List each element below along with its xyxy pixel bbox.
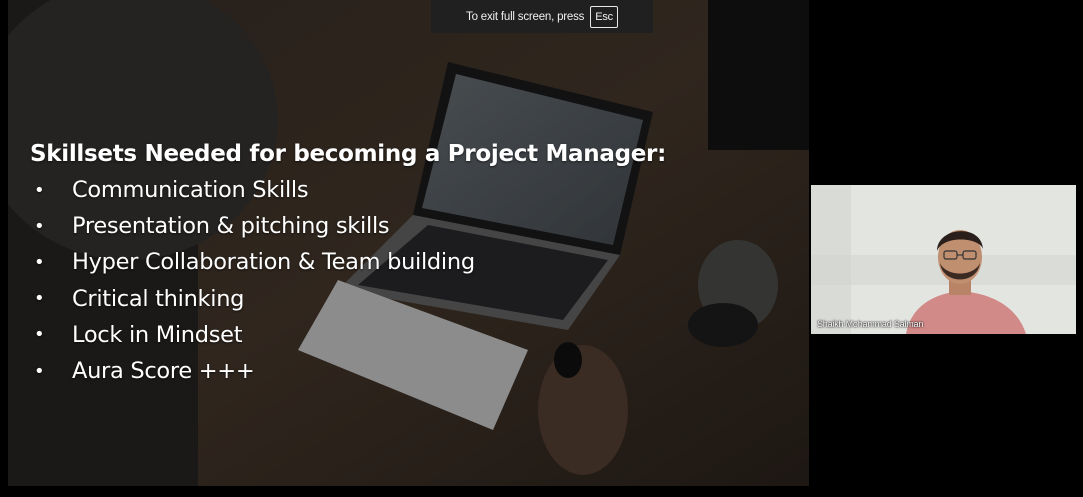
list-item: • Communication Skills bbox=[30, 172, 666, 208]
slide-content: Skillsets Needed for becoming a Project … bbox=[30, 138, 666, 389]
fullscreen-notice-text: To exit full screen, press bbox=[466, 10, 585, 23]
list-item: • Critical thinking bbox=[30, 281, 666, 317]
bullet-icon: • bbox=[34, 251, 45, 273]
esc-key-badge[interactable]: Esc bbox=[590, 5, 618, 28]
bullet-icon: • bbox=[34, 360, 45, 382]
list-item: • Lock in Mindset bbox=[30, 317, 666, 353]
list-item: • Aura Score +++ bbox=[30, 353, 666, 389]
fullscreen-exit-notice: To exit full screen, press Esc bbox=[431, 0, 653, 33]
slide-title: Skillsets Needed for becoming a Project … bbox=[30, 141, 666, 167]
bullet-text: Aura Score +++ bbox=[72, 358, 255, 385]
bullet-icon: • bbox=[34, 179, 45, 201]
participant-video-tile[interactable]: Shaikh Mohammad Salman bbox=[811, 185, 1076, 334]
bullet-text: Presentation & pitching skills bbox=[72, 213, 390, 240]
bullet-icon: • bbox=[34, 324, 45, 346]
bullet-text: Communication Skills bbox=[72, 177, 309, 204]
participant-name-label: Shaikh Mohammad Salman bbox=[817, 319, 924, 329]
participant-video-feed bbox=[811, 185, 1076, 334]
bullet-icon: • bbox=[34, 288, 45, 310]
bullet-list: • Communication Skills • Presentation & pi… bbox=[30, 172, 666, 389]
list-item: • Presentation & pitching skills bbox=[30, 208, 666, 244]
bullet-text: Critical thinking bbox=[72, 285, 245, 312]
bullet-icon: • bbox=[34, 215, 45, 237]
list-item: • Hyper Collaboration & Team building bbox=[30, 244, 666, 280]
fullscreen-meeting-view: Skillsets Needed for becoming a Project … bbox=[0, 0, 1083, 497]
shared-slide: Skillsets Needed for becoming a Project … bbox=[8, 0, 809, 486]
bullet-text: Hyper Collaboration & Team building bbox=[72, 249, 475, 276]
bullet-text: Lock in Mindset bbox=[72, 321, 243, 348]
